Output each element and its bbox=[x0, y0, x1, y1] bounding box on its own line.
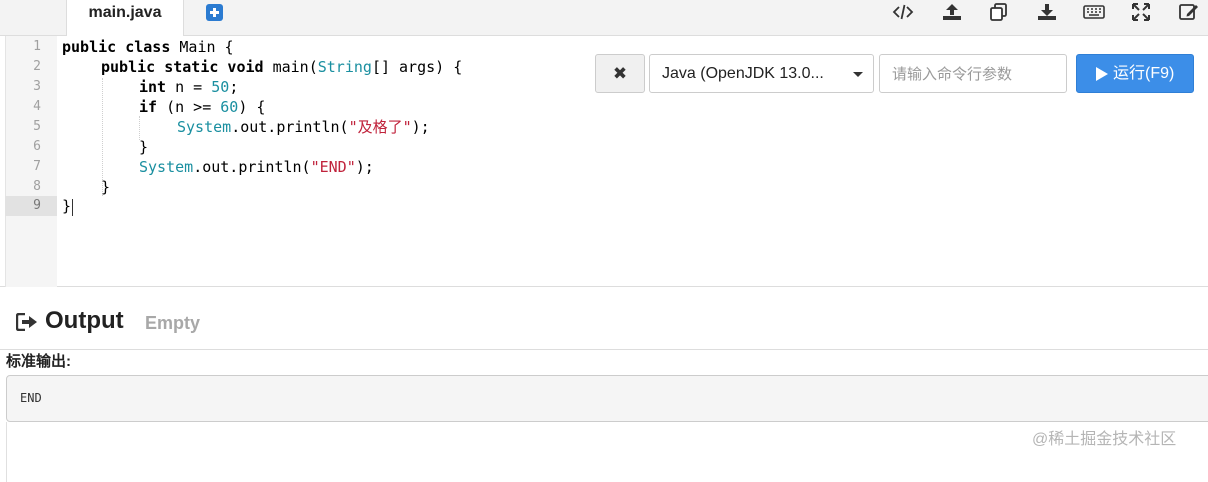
output-status: Empty bbox=[145, 313, 201, 333]
code-line: System.out.println("END"); bbox=[139, 158, 374, 176]
code-line: } bbox=[101, 178, 111, 196]
clear-button[interactable]: ✖ bbox=[595, 54, 645, 93]
run-button-label: 运行(F9) bbox=[1113, 65, 1175, 82]
editor-tab-bar: main.java bbox=[0, 0, 1208, 37]
line-number: 8 bbox=[33, 179, 41, 194]
line-number: 4 bbox=[33, 99, 41, 114]
chevron-down-icon bbox=[853, 72, 863, 77]
code-icon[interactable] bbox=[891, 1, 915, 23]
text-cursor bbox=[72, 199, 73, 216]
run-button[interactable]: 运行(F9) bbox=[1076, 54, 1194, 93]
tab-main-java[interactable]: main.java bbox=[66, 0, 184, 37]
code-line: public static void main(String[] args) { bbox=[101, 58, 463, 76]
watermark: @稀土掘金技术社区 bbox=[1032, 431, 1177, 448]
code-line: } bbox=[139, 138, 149, 156]
language-select-value: Java (OpenJDK 13.0... bbox=[662, 65, 824, 82]
args-input[interactable] bbox=[879, 54, 1067, 93]
stdout-box: END bbox=[6, 375, 1208, 422]
line-number: 3 bbox=[33, 79, 41, 94]
divider bbox=[0, 349, 1208, 350]
play-icon bbox=[1096, 67, 1108, 81]
upload-icon[interactable] bbox=[940, 1, 964, 23]
code-line: int n = 50; bbox=[139, 78, 239, 96]
code-line: if (n >= 60) { bbox=[139, 98, 266, 116]
fullscreen-icon[interactable] bbox=[1129, 1, 1153, 23]
download-icon[interactable] bbox=[1035, 1, 1059, 23]
code-line: public class Main { bbox=[62, 38, 234, 56]
line-number: 1 bbox=[33, 39, 41, 54]
line-number: 7 bbox=[33, 159, 41, 174]
language-select[interactable]: Java (OpenJDK 13.0... bbox=[649, 54, 874, 93]
line-number-active: 9 bbox=[5, 196, 57, 216]
sign-out-icon bbox=[15, 312, 38, 332]
copy-icon[interactable] bbox=[987, 1, 1011, 23]
output-title: Output bbox=[45, 307, 124, 334]
line-number: 2 bbox=[33, 59, 41, 74]
keyboard-icon[interactable] bbox=[1082, 1, 1106, 23]
code-line: } bbox=[62, 197, 72, 215]
code-line: System.out.println("及格了"); bbox=[177, 118, 430, 136]
line-number: 6 bbox=[33, 139, 41, 154]
add-tab-icon[interactable] bbox=[206, 4, 223, 21]
edit-icon[interactable] bbox=[1177, 1, 1201, 23]
stdout-label: 标准输出: bbox=[6, 353, 71, 370]
line-number: 5 bbox=[33, 119, 41, 134]
output-area bbox=[6, 422, 1208, 482]
